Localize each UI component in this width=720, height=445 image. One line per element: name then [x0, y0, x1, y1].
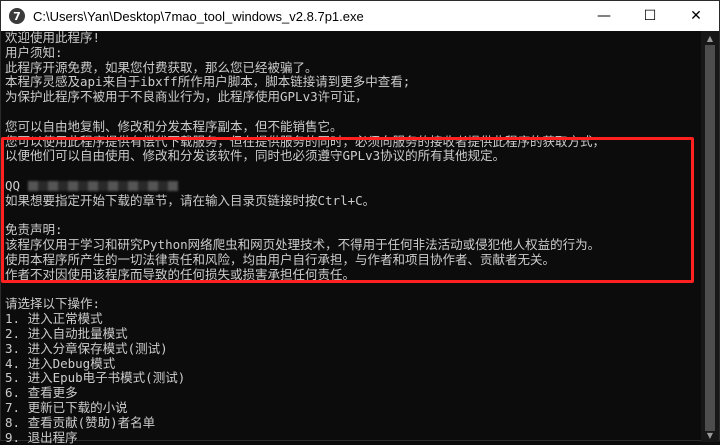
title-bar[interactable]: 7 C:\Users\Yan\Desktop\7mao_tool_windows… — [1, 1, 719, 31]
console-line: 作者不对因使用该程序而导致的任何损失或损害承担任何责任。 — [5, 267, 356, 282]
app-icon: 7 — [9, 8, 25, 24]
console-window: 7 C:\Users\Yan\Desktop\7mao_tool_windows… — [0, 0, 720, 445]
scroll-up-icon[interactable]: ▲ — [701, 32, 719, 44]
console-line: 以便他们可以自由使用、修改和分发该软件，同时也必须遵守GPLv3协议的所有其他规… — [5, 149, 506, 164]
console-line: 本程序灵感及api来自于ibxff所作用户脚本，脚本链接请到更多中查看; — [5, 75, 411, 90]
menu-option: 4. 进入Debug模式 — [5, 356, 116, 371]
redacted-contact — [27, 181, 178, 192]
close-button[interactable]: ✕ — [673, 1, 719, 31]
menu-option: 7. 更新已下载的小说 — [5, 400, 128, 415]
menu-option: 1. 进入正常模式 — [5, 312, 103, 327]
qq-label: QQ — [5, 178, 21, 193]
window-controls: — ☐ ✕ — [581, 1, 719, 31]
console-line: 您可以使用此程序提供有偿代下载服务，但在提供服务的同时，必须向服务的接收者提供此… — [5, 134, 606, 149]
console-line: 使用本程序所产生的一切法律责任和风险，均由用户自行承担，与作者和项目协作者、贡献… — [5, 252, 556, 267]
console-line: 您可以自由地复制、修改和分发本程序副本，但不能销售它。 — [5, 119, 343, 134]
console-line: 如果想要指定开始下载的章节，请在输入目录页链接时按Ctrl+C。 — [5, 193, 376, 208]
console-line: 此程序开源免费，如果您付费获取，那么您已经被骗了。 — [5, 60, 318, 75]
menu-option: 5. 进入Epub电子书模式(测试) — [5, 371, 186, 386]
console-line: 免责声明: — [5, 223, 63, 238]
console-output[interactable]: 欢迎使用此程序! 用户须知: 此程序开源免费，如果您付费获取，那么您已经被骗了。… — [1, 31, 701, 445]
window-title: C:\Users\Yan\Desktop\7mao_tool_windows_v… — [33, 8, 364, 24]
console-line: 请选择以下操作: — [5, 297, 101, 312]
menu-option: 9. 退出程序 — [5, 430, 78, 445]
scroll-down-icon[interactable]: ▼ — [701, 429, 719, 441]
console-line: 该程序仅用于学习和研究Python网络爬虫和网页处理技术，不得用于任何非法活动或… — [5, 238, 601, 253]
scrollbar-thumb[interactable] — [705, 45, 715, 431]
console-line: 为保护此程序不被用于不良商业行为，此程序使用GPLv3许可证， — [5, 90, 368, 105]
console-line-redacted: QQ — [5, 179, 701, 194]
menu-option: 3. 进入分章保存模式(测试) — [5, 341, 168, 356]
menu-option: 8. 查看贡献(赞助)者名单 — [5, 415, 156, 430]
minimize-icon: — — [597, 8, 611, 24]
maximize-button[interactable]: ☐ — [627, 1, 673, 31]
menu-option: 6. 查看更多 — [5, 386, 78, 401]
close-icon: ✕ — [690, 8, 702, 24]
maximize-icon: ☐ — [643, 8, 657, 24]
console-line: 用户须知: — [5, 45, 63, 60]
console-line: 欢迎使用此程序! — [5, 31, 101, 45]
vertical-scrollbar[interactable]: ▲ ▼ — [701, 31, 719, 442]
minimize-button[interactable]: — — [581, 1, 627, 31]
menu-option: 2. 进入自动批量模式 — [5, 326, 128, 341]
